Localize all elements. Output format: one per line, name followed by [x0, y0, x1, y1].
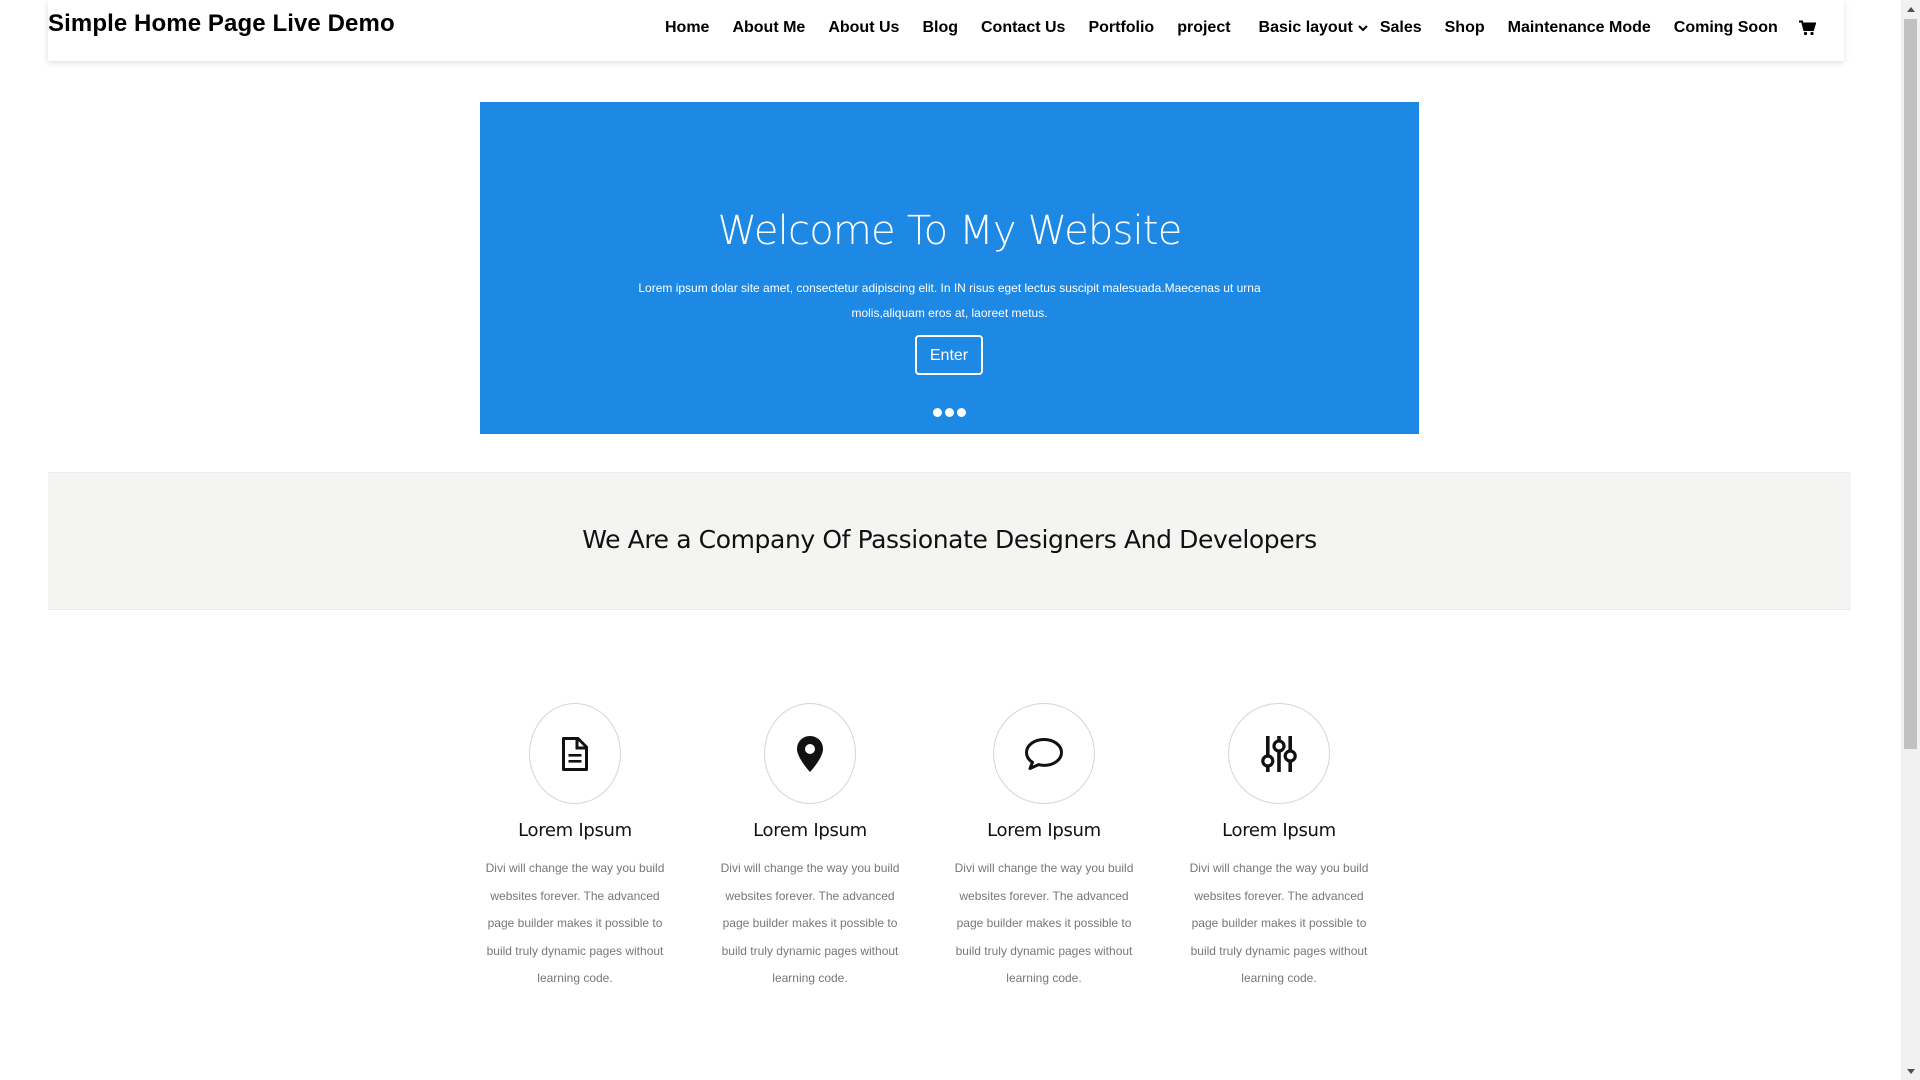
feature-card: Lorem Ipsum Divi will change the way you…	[1179, 703, 1379, 993]
nav-item-basic-layout[interactable]: Basic layout	[1259, 19, 1369, 37]
hero-text: Lorem ipsum dolar site amet, consectetur…	[638, 281, 1261, 320]
scroll-up-arrow[interactable]	[1901, 0, 1920, 18]
nav-item-portfolio[interactable]: Portfolio	[1088, 19, 1154, 37]
nav-item-coming-soon[interactable]: Coming Soon	[1674, 19, 1778, 37]
feature-icon-circle	[764, 703, 856, 804]
feature-title: Lorem Ipsum	[1222, 820, 1336, 841]
company-band: We Are a Company Of Passionate Designers…	[48, 472, 1851, 610]
feature-text: Divi will change the way you build websi…	[485, 861, 665, 985]
feature-text: Divi will change the way you build websi…	[1189, 861, 1369, 985]
cart-icon[interactable]	[1798, 20, 1816, 36]
feature-text: Divi will change the way you build websi…	[720, 861, 900, 985]
arrow-down-icon	[1906, 1068, 1915, 1074]
feature-title: Lorem Ipsum	[987, 820, 1101, 841]
hero-slider: Welcome To My Website Lorem ipsum dolar …	[480, 102, 1419, 434]
feature-title: Lorem Ipsum	[753, 820, 867, 841]
nav-item-blog[interactable]: Blog	[922, 19, 958, 37]
chevron-down-icon	[1358, 25, 1368, 32]
nav-item-basic-layout-label: Basic layout	[1258, 19, 1353, 36]
main-nav: Home About Me About Us Blog Contact Us P…	[665, 17, 1816, 39]
feature-card: Lorem Ipsum Divi will change the way you…	[710, 703, 910, 993]
band-title: We Are a Company Of Passionate Designers…	[582, 525, 1317, 554]
site-header: Simple Home Page Live Demo Home About Me…	[48, 0, 1844, 61]
nav-item-maintenance-mode[interactable]: Maintenance Mode	[1508, 19, 1651, 37]
nav-item-shop[interactable]: Shop	[1445, 19, 1485, 37]
feature-icon-circle	[1228, 703, 1330, 804]
map-pin-icon	[797, 735, 823, 772]
hero-title: Welcome To My Website	[717, 208, 1182, 254]
nav-item-project[interactable]: project	[1177, 19, 1230, 37]
scroll-thumb[interactable]	[1904, 19, 1917, 749]
feature-icon-circle	[529, 703, 621, 804]
slider-dot[interactable]	[957, 408, 966, 417]
nav-item-sales[interactable]: Sales	[1380, 19, 1422, 37]
chat-bubble-icon	[1025, 737, 1063, 770]
page-scrollbar[interactable]	[1901, 0, 1920, 1080]
sliders-icon	[1261, 735, 1297, 772]
nav-item-home[interactable]: Home	[665, 19, 709, 37]
site-title[interactable]: Simple Home Page Live Demo	[48, 10, 395, 38]
nav-item-contact-us[interactable]: Contact Us	[981, 19, 1065, 37]
feature-title: Lorem Ipsum	[518, 820, 632, 841]
document-icon	[562, 736, 588, 771]
feature-card: Lorem Ipsum Divi will change the way you…	[475, 703, 675, 993]
feature-text: Divi will change the way you build websi…	[954, 861, 1134, 985]
nav-item-about-us[interactable]: About Us	[828, 19, 899, 37]
feature-card: Lorem Ipsum Divi will change the way you…	[944, 703, 1144, 993]
slider-dots	[480, 408, 1419, 417]
scroll-down-arrow[interactable]	[1901, 1062, 1920, 1080]
enter-button[interactable]: Enter	[915, 335, 983, 375]
nav-item-about-me[interactable]: About Me	[732, 19, 805, 37]
feature-icon-circle	[993, 703, 1095, 804]
slider-dot[interactable]	[933, 408, 942, 417]
arrow-up-icon	[1906, 6, 1915, 12]
slider-dot[interactable]	[945, 408, 954, 417]
